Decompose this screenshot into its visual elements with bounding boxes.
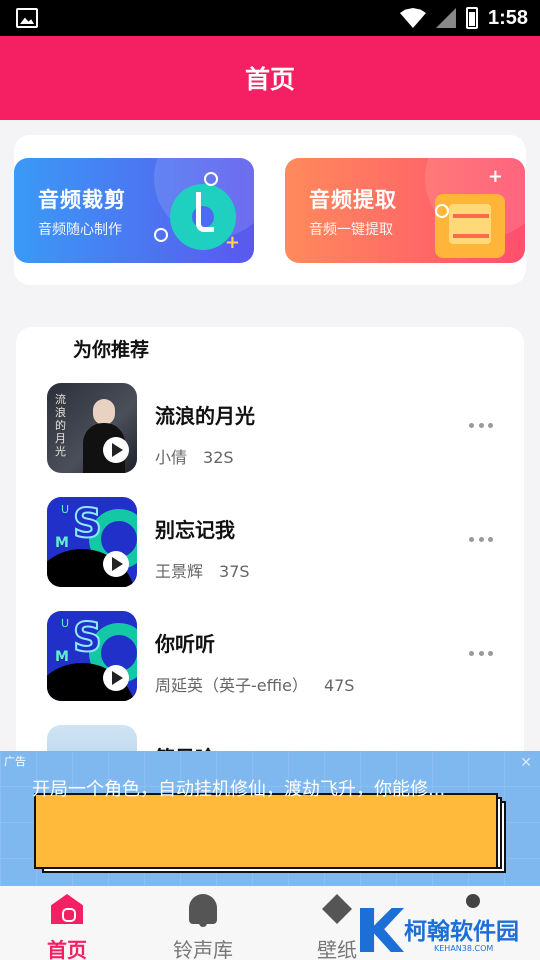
nav-ringtones[interactable]: 铃声库 xyxy=(158,892,248,960)
cover-letter: U xyxy=(61,617,70,630)
cover-letter: U xyxy=(61,503,70,516)
song-title: 流浪的月光 xyxy=(155,404,255,428)
watermark-url: KEHAN38.COM xyxy=(434,944,494,953)
nav-ringtones-label: 铃声库 xyxy=(173,938,233,960)
bell-icon xyxy=(189,894,217,927)
nav-home-label: 首页 xyxy=(47,938,87,960)
recommend-title: 为你推荐 xyxy=(73,339,150,361)
play-icon[interactable] xyxy=(103,551,129,577)
song-duration: 32S xyxy=(203,448,234,467)
audio-cut-subtitle: 音频随心制作 xyxy=(38,222,122,238)
play-icon[interactable] xyxy=(103,665,129,691)
song-item[interactable]: S U M 别忘记我 王景辉 37S xyxy=(47,497,507,589)
song-duration: 47S xyxy=(323,676,355,695)
song-cover: S U M xyxy=(47,611,137,701)
song-cover: 流浪的月光 xyxy=(47,383,137,473)
app-header: 首页 xyxy=(0,36,540,120)
decor-ring-icon xyxy=(435,204,449,218)
song-artist: 周延英（英子-effie） xyxy=(155,676,308,695)
cover-letter: M xyxy=(55,535,69,551)
song-item[interactable]: S U M 你听听 周延英（英子-effie） 47S xyxy=(47,611,507,703)
audio-extract-button[interactable]: 音频提取 音频一键提取 + xyxy=(285,158,525,263)
status-icons: 1:58 xyxy=(399,6,528,30)
song-meta: 小倩 32S xyxy=(155,444,234,468)
status-bar: 1:58 xyxy=(0,0,540,36)
close-icon[interactable]: ✕ xyxy=(520,755,532,771)
more-options-icon[interactable] xyxy=(463,527,499,551)
clock: 1:58 xyxy=(487,6,528,29)
song-artist: 王景辉 xyxy=(155,562,204,581)
plus-icon: + xyxy=(224,232,240,253)
song-title: 别忘记我 xyxy=(155,518,235,542)
cover-letter: S xyxy=(72,500,103,548)
song-artist: 小倩 xyxy=(155,448,188,467)
ad-banner[interactable]: 广告 ✕ 开局一个角色，自动挂机修仙，渡劫飞升，你能修... xyxy=(0,751,540,886)
audio-cut-button[interactable]: 音频裁剪 音频随心制作 + xyxy=(14,158,254,263)
home-icon xyxy=(51,894,83,924)
cover-figure xyxy=(93,399,115,425)
song-meta: 王景辉 37S xyxy=(155,558,250,582)
extract-lines-icon xyxy=(453,214,489,238)
audio-cut-title: 音频裁剪 xyxy=(38,188,126,212)
ad-text: 开局一个角色，自动挂机修仙，渡劫飞升，你能修... xyxy=(32,779,446,800)
nav-home[interactable]: 首页 xyxy=(22,892,112,960)
ad-label: 广告 xyxy=(4,755,26,768)
cover-letter: S xyxy=(72,614,103,662)
cover-calligraphy: 流浪的月光 xyxy=(55,393,66,458)
song-cover: S U M xyxy=(47,497,137,587)
song-duration: 37S xyxy=(219,562,250,581)
more-options-icon[interactable] xyxy=(463,641,499,665)
site-watermark: 柯翰软件园 KEHAN38.COM xyxy=(342,900,540,960)
battery-icon xyxy=(465,7,478,29)
wifi-icon xyxy=(399,8,426,28)
image-notification-icon xyxy=(16,8,38,28)
more-options-icon[interactable] xyxy=(463,413,499,437)
watermark-logo-icon xyxy=(360,908,404,952)
music-note-icon xyxy=(196,192,214,232)
audio-extract-subtitle: 音频一键提取 xyxy=(309,222,393,238)
plus-icon: + xyxy=(487,166,503,187)
decor-ring-icon xyxy=(204,172,218,186)
no-signal-icon xyxy=(435,8,456,28)
page-title: 首页 xyxy=(244,65,295,94)
watermark-name: 柯翰软件园 xyxy=(404,919,519,945)
scissors-icon xyxy=(154,228,168,242)
song-meta: 周延英（英子-effie） 47S xyxy=(155,672,354,696)
song-title: 你听听 xyxy=(155,632,215,656)
tools-panel: 音频裁剪 音频随心制作 + 音频提取 音频一键提取 + xyxy=(14,135,526,285)
ad-panel xyxy=(34,793,498,869)
song-item[interactable]: 流浪的月光 流浪的月光 小倩 32S xyxy=(47,383,507,475)
audio-extract-title: 音频提取 xyxy=(309,188,397,212)
play-icon[interactable] xyxy=(103,437,129,463)
cover-letter: M xyxy=(55,649,69,665)
